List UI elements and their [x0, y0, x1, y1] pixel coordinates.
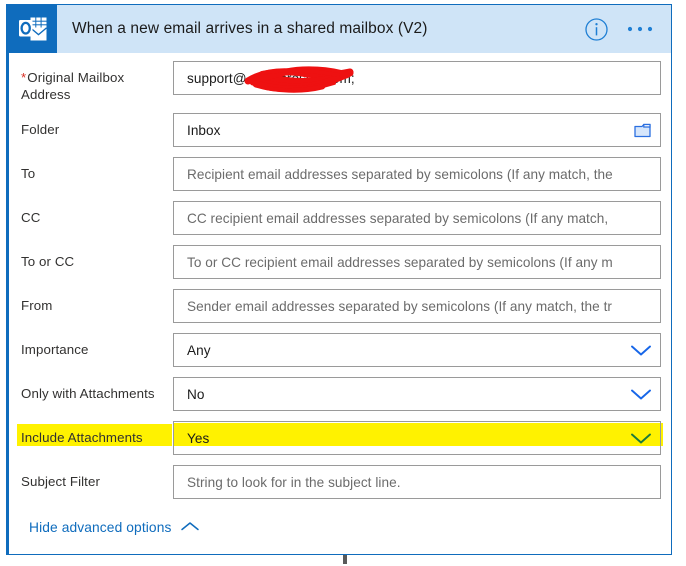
chevron-down-icon[interactable] — [624, 344, 652, 357]
form-row-to-or-cc: To or CC To or CC recipient email addres… — [21, 245, 661, 279]
info-icon[interactable] — [584, 17, 609, 42]
page-title: When a new email arrives in a shared mai… — [72, 20, 428, 37]
field-placeholder: To or CC recipient email addresses separ… — [187, 254, 613, 270]
field-value: Yes — [187, 430, 210, 446]
more-options-icon[interactable] — [627, 25, 653, 33]
importance-dropdown[interactable]: Any — [173, 333, 661, 367]
form-row-subject-filter: Subject Filter String to look for in the… — [21, 465, 661, 499]
form-row-importance: Importance Any — [21, 333, 661, 367]
only-with-attachments-dropdown[interactable]: No — [173, 377, 661, 411]
chevron-down-icon[interactable] — [624, 388, 652, 401]
form-row-original-mailbox-address: *Original Mailbox Address support@ onmic… — [21, 61, 661, 103]
field-value: Any — [187, 342, 211, 358]
field-label: To or CC — [21, 254, 75, 269]
folder-icon[interactable] — [627, 122, 652, 139]
action-card: When a new email arrives in a shared mai… — [6, 4, 672, 555]
header-actions — [584, 17, 671, 42]
field-label: To — [21, 166, 36, 181]
field-placeholder: CC recipient email addresses separated b… — [187, 210, 609, 226]
from-input[interactable]: Sender email addresses separated by semi… — [173, 289, 661, 323]
hide-advanced-options-link[interactable]: Hide advanced options — [29, 520, 200, 535]
field-placeholder: Sender email addresses separated by semi… — [187, 298, 613, 314]
field-label: From — [21, 298, 53, 313]
to-input[interactable]: Recipient email addresses separated by s… — [173, 157, 661, 191]
chevron-up-icon[interactable] — [180, 520, 200, 535]
field-label: Include Attachments — [21, 430, 143, 445]
folder-picker[interactable]: Inbox — [173, 113, 661, 147]
flow-connector-stub — [343, 555, 347, 564]
to-or-cc-input[interactable]: To or CC recipient email addresses separ… — [173, 245, 661, 279]
cc-input[interactable]: CC recipient email addresses separated b… — [173, 201, 661, 235]
field-label: *Original Mailbox Address — [21, 70, 125, 102]
chevron-down-icon[interactable] — [624, 432, 652, 445]
form-row-folder: Folder Inbox — [21, 113, 661, 147]
field-placeholder: Recipient email addresses separated by s… — [187, 166, 613, 182]
original-mailbox-address-input[interactable]: support@ onmicrosoft.com; — [173, 61, 661, 95]
field-value: support@ onmicrosoft.com; — [187, 70, 355, 86]
field-value: No — [187, 386, 205, 402]
required-asterisk: * — [21, 70, 27, 85]
form-row-from: From Sender email addresses separated by… — [21, 289, 661, 323]
subject-filter-input[interactable]: String to look for in the subject line. — [173, 465, 661, 499]
trigger-form: *Original Mailbox Address support@ onmic… — [9, 53, 671, 499]
field-value: Inbox — [187, 122, 221, 138]
include-attachments-dropdown[interactable]: Yes — [173, 421, 661, 455]
form-row-include-attachments: Include Attachments Yes — [17, 421, 663, 455]
card-footer: Hide advanced options — [9, 509, 671, 537]
outlook-icon — [9, 5, 57, 53]
card-header: When a new email arrives in a shared mai… — [9, 5, 671, 53]
form-row-cc: CC CC recipient email addresses separate… — [21, 201, 661, 235]
field-label: Folder — [21, 122, 60, 137]
field-placeholder: String to look for in the subject line. — [187, 474, 401, 490]
form-row-to: To Recipient email addresses separated b… — [21, 157, 661, 191]
hide-advanced-options-label: Hide advanced options — [29, 520, 172, 535]
field-label: Only with Attachments — [21, 386, 155, 401]
field-label: Importance — [21, 342, 89, 357]
field-label: CC — [21, 210, 41, 225]
form-row-only-with-attachments: Only with Attachments No — [21, 377, 661, 411]
field-label: Subject Filter — [21, 474, 100, 489]
